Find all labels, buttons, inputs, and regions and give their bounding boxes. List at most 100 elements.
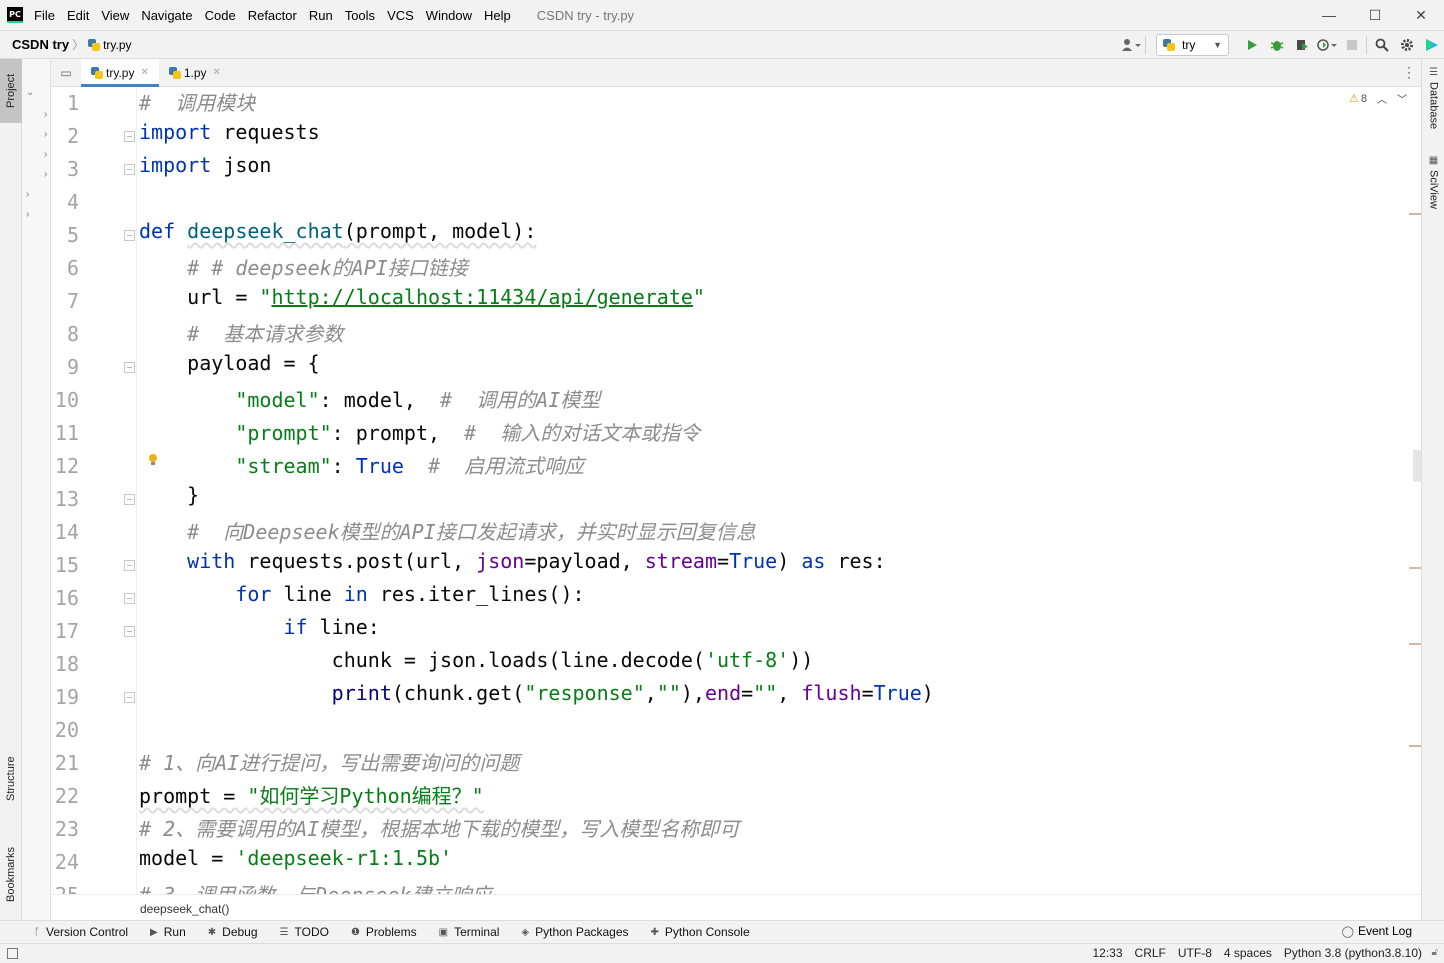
tree-chevron-icon[interactable]: › [44, 169, 47, 180]
next-highlight-icon[interactable]: ﹀ [1397, 91, 1407, 106]
fold-marker-icon[interactable] [124, 560, 135, 571]
tab-try-py[interactable]: try.py ✕ [81, 59, 159, 87]
code-area[interactable]: # 调用模块 import requests import json def deep… [139, 87, 1409, 894]
fold-marker-icon[interactable] [124, 626, 135, 637]
maximize-button[interactable]: ☐ [1352, 0, 1398, 30]
tree-expand-chevron-icon[interactable]: ⌄ [26, 87, 34, 98]
version-control-tool-button[interactable]: ᚴ Version Control [34, 925, 128, 939]
search-icon[interactable] [1369, 31, 1394, 59]
coverage-button[interactable] [1289, 31, 1314, 59]
code-line[interactable]: # # deepseek的API接口链接 [139, 252, 468, 285]
breadcrumb-file[interactable]: try.py [103, 38, 131, 52]
fold-marker-icon[interactable] [124, 692, 135, 703]
event-log-tool-button[interactable]: ◯ Event Log [1342, 924, 1412, 938]
tree-chevron-icon[interactable]: › [44, 109, 47, 120]
fold-marker-icon[interactable] [124, 593, 135, 604]
tool-windows-toggle-icon[interactable] [7, 948, 18, 959]
code-line[interactable]: if line: [139, 615, 380, 648]
toolbox-logo-icon[interactable] [1419, 31, 1444, 59]
indent-setting[interactable]: 4 spaces [1224, 946, 1272, 960]
run-configuration-select[interactable]: try ▼ [1156, 34, 1229, 56]
close-icon[interactable]: ✕ [140, 67, 148, 78]
menu-code[interactable]: Code [199, 8, 242, 23]
fold-marker-icon[interactable] [124, 164, 135, 175]
tab-1-py[interactable]: 1.py ✕ [159, 59, 231, 86]
account-icon[interactable] [1118, 31, 1143, 59]
close-window-button[interactable]: ✕ [1398, 0, 1444, 30]
fold-marker-icon[interactable] [124, 494, 135, 505]
bookmarks-tool-tab[interactable]: Bookmarks [0, 829, 22, 919]
error-stripe-mark[interactable] [1409, 643, 1421, 645]
error-stripe-mark[interactable] [1409, 567, 1421, 569]
python-packages-tool-button[interactable]: ◈ Python Packages [521, 925, 628, 939]
fold-marker-icon[interactable] [124, 230, 135, 241]
code-editor[interactable]: 1234567891011121314151617181920212223242… [51, 87, 1421, 894]
code-line[interactable]: # 1、向AI进行提问，写出需要询问的问题 [139, 747, 519, 780]
scrollbar-thumb[interactable] [1413, 450, 1421, 482]
previous-highlight-icon[interactable]: ︿ [1377, 91, 1387, 106]
code-line[interactable]: import requests [139, 120, 320, 153]
run-button[interactable] [1239, 31, 1264, 59]
code-line[interactable]: } [139, 483, 199, 516]
code-line[interactable]: chunk = json.loads(line.decode('utf-8')) [139, 648, 814, 681]
more-tabs-icon[interactable]: ⋮ [1397, 59, 1421, 86]
menu-file[interactable]: File [34, 8, 61, 23]
code-line[interactable]: with requests.post(url, json=payload, st… [139, 549, 885, 582]
code-line[interactable]: for line in res.iter_lines(): [139, 582, 584, 615]
breadcrumb-project[interactable]: CSDN try [12, 37, 69, 52]
error-stripe-mark[interactable] [1409, 745, 1421, 747]
problems-tool-button[interactable]: ❶ Problems [351, 925, 417, 939]
code-line[interactable]: "stream": True # 启用流式响应 [139, 450, 584, 483]
menu-view[interactable]: View [95, 8, 135, 23]
code-line[interactable]: def deepseek_chat(prompt, model): [139, 219, 536, 252]
menu-tools[interactable]: Tools [339, 8, 381, 23]
todo-tool-button[interactable]: ☰ TODO [280, 925, 329, 939]
file-encoding[interactable]: UTF-8 [1178, 946, 1212, 960]
structure-tool-tab[interactable]: Structure [0, 739, 22, 819]
database-tool-tab[interactable]: ☰ Database [1422, 67, 1444, 147]
editor-breadcrumb[interactable]: deepseek_chat() [140, 902, 229, 916]
python-console-tool-button[interactable]: ✚ Python Console [651, 925, 750, 939]
menu-window[interactable]: Window [420, 8, 478, 23]
code-line[interactable]: # 3、调用函数，与Deepseek建立响应 [139, 879, 491, 894]
caret-position[interactable]: 12:33 [1093, 946, 1123, 960]
code-line[interactable]: payload = { [139, 351, 319, 384]
debug-tool-button[interactable]: ✱ Debug [208, 925, 258, 939]
tree-chevron-icon[interactable]: › [44, 129, 47, 140]
menu-edit[interactable]: Edit [61, 8, 95, 23]
fold-marker-icon[interactable] [124, 131, 135, 142]
tree-chevron-icon[interactable]: › [26, 189, 29, 200]
code-line[interactable]: # 向Deepseek模型的API接口发起请求，并实时显示回复信息 [139, 516, 756, 549]
tree-chevron-icon[interactable]: › [44, 149, 47, 160]
fold-marker-icon[interactable] [124, 362, 135, 373]
code-line[interactable]: # 基本请求参数 [139, 318, 343, 351]
code-line[interactable]: import json [139, 153, 271, 186]
project-tool-tab[interactable]: Project [0, 59, 22, 123]
close-icon[interactable]: ✕ [213, 67, 221, 78]
code-line[interactable]: print(chunk.get("response",""),end="", f… [139, 681, 934, 714]
code-line[interactable]: prompt = "如何学习Python编程？" [139, 780, 484, 813]
line-separator[interactable]: CRLF [1135, 946, 1166, 960]
terminal-tool-button[interactable]: ▣ Terminal [439, 925, 500, 939]
inspection-widget[interactable]: ⚠ 8 ︿ ﹀ [1349, 91, 1407, 107]
lock-icon[interactable]: 🔓︎ [1432, 947, 1438, 958]
menu-navigate[interactable]: Navigate [135, 8, 198, 23]
stop-button[interactable] [1339, 31, 1364, 59]
menu-run[interactable]: Run [303, 8, 339, 23]
menu-refactor[interactable]: Refactor [242, 8, 303, 23]
run-tool-button[interactable]: ▶ Run [150, 925, 186, 939]
editor-scrollbar[interactable] [1409, 115, 1421, 875]
code-line[interactable]: # 调用模块 [139, 87, 255, 120]
menu-vcs[interactable]: VCS [381, 8, 420, 23]
code-line[interactable]: # 2、需要调用的AI模型，根据本地下载的模型，写入模型名称即可 [139, 813, 739, 846]
code-line[interactable]: "prompt": prompt, # 输入的对话文本或指令 [139, 417, 700, 450]
code-line[interactable]: model = 'deepseek-r1:1.5b' [139, 846, 452, 879]
code-line[interactable]: url = "http://localhost:11434/api/genera… [139, 285, 705, 318]
error-stripe-mark[interactable] [1409, 213, 1421, 215]
debug-button[interactable] [1264, 31, 1289, 59]
profile-button[interactable] [1314, 31, 1339, 59]
sciview-tool-tab[interactable]: ▦ SciView [1422, 155, 1444, 215]
split-layout-icon[interactable]: ▭ [51, 59, 81, 86]
menu-help[interactable]: Help [478, 8, 517, 23]
code-line[interactable]: "model": model, # 调用的AI模型 [139, 384, 600, 417]
